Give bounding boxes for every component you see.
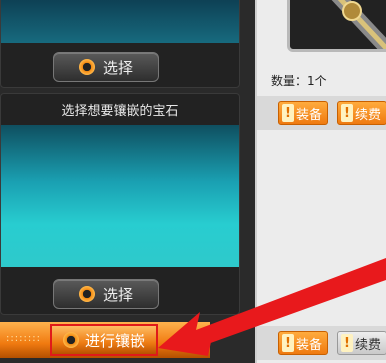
renew-label-top: 续费 (355, 107, 382, 123)
gem-select-label: 选择 (102, 285, 133, 304)
inlay-left-pane: 选择 选择想要镶嵌的宝石 选择 :::::::: 进行镶嵌 (0, 0, 255, 363)
ring-icon (78, 59, 95, 75)
equipment-slot-panel: 选择 (0, 0, 240, 88)
item-info-pane: 数量：1个 ! 装备 ! 续费 ! 装备 ! 续费 (255, 0, 386, 363)
gem-panel-title: 选择想要镶嵌的宝石 (61, 104, 179, 119)
equip-label-bottom: 装备 (296, 337, 323, 353)
equip-button-bottom[interactable]: ! 装备 (278, 331, 328, 355)
inlay-button-label: 进行镶嵌 (84, 331, 145, 350)
equip-button-top[interactable]: ! 装备 (278, 101, 328, 125)
exclamation-icon: ! (341, 334, 353, 352)
renew-button-bottom[interactable]: ! 续费 (337, 331, 386, 355)
ring-icon (62, 332, 79, 348)
exclamation-icon: ! (282, 104, 294, 122)
item-quantity: 数量：1个 (271, 74, 327, 88)
sword-handle-icon (331, 0, 386, 49)
exclamation-icon: ! (282, 334, 294, 352)
equip-label-top: 装备 (296, 107, 323, 123)
ring-icon (78, 286, 95, 302)
equipment-select-label: 选择 (102, 58, 133, 77)
equipment-slot-area (1, 0, 239, 43)
gem-select-button[interactable]: 选择 (53, 279, 159, 309)
equipment-select-button[interactable]: 选择 (53, 52, 159, 82)
inlay-button[interactable]: 进行镶嵌 (50, 324, 158, 356)
renew-button-top[interactable]: ! 续费 (337, 101, 386, 125)
gem-slot-panel: 选择想要镶嵌的宝石 选择 (0, 93, 240, 315)
gem-slot-area[interactable] (1, 125, 239, 267)
exclamation-icon: ! (341, 104, 353, 122)
grip-dots: :::::::: (6, 333, 41, 344)
renew-label-bottom: 续费 (355, 337, 382, 353)
item-thumbnail (287, 0, 386, 52)
